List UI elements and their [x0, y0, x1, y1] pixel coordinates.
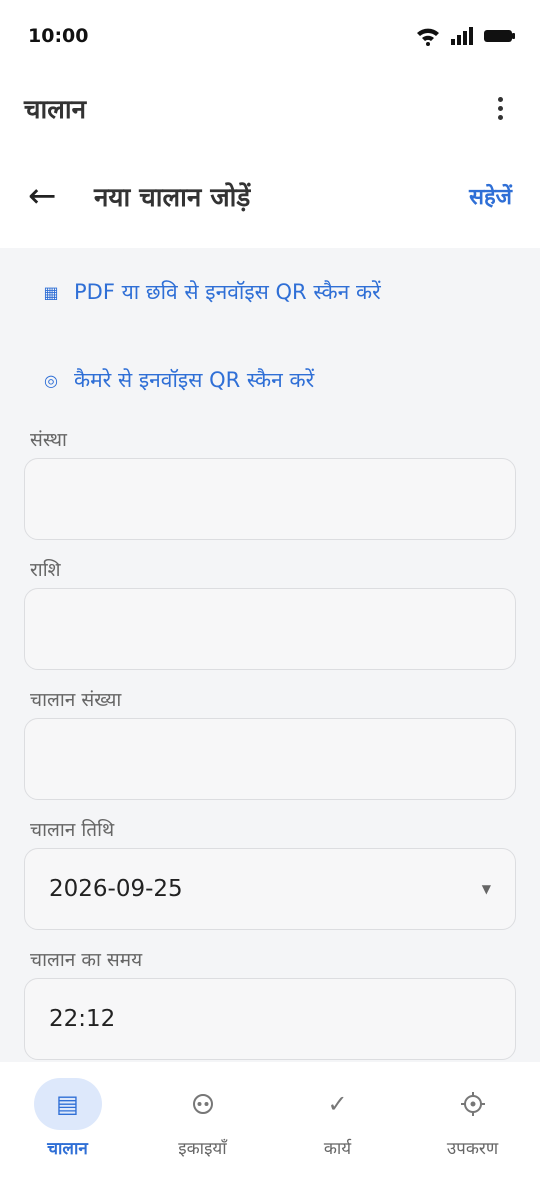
more-options-icon[interactable] — [484, 92, 516, 124]
back-arrow-icon[interactable]: ← — [28, 176, 80, 216]
battery-icon — [484, 30, 515, 42]
wifi-icon — [417, 28, 439, 46]
status-icons — [416, 26, 516, 46]
app-bar: चालान — [0, 72, 540, 144]
scan-from-camera-label: कैमरे से इनवॉइस QR स्कैन करें — [74, 368, 315, 392]
bottom-navigation: ▤ चालान इकाइयाँ ✓ कार्य उपकरण — [0, 1062, 540, 1181]
check-icon: ✓ — [327, 1090, 348, 1118]
qr-grid-icon: ▦ — [43, 282, 59, 302]
scan-from-camera-link[interactable]: ◎ कैमरे से इनवॉइस QR स्कैन करें — [24, 336, 516, 424]
nav-label-tools: उपकरण — [446, 1139, 499, 1159]
invoice-date-picker[interactable]: 2026-09-25 ▼ — [24, 848, 516, 930]
nav-item-units[interactable]: इकाइयाँ — [135, 1078, 270, 1159]
sub-header: ← नया चालान जोड़ें सहेजें — [0, 144, 540, 248]
nav-item-tools[interactable]: उपकरण — [405, 1078, 540, 1159]
invoice-date-value: 2026-09-25 — [49, 876, 183, 902]
nav-item-tasks[interactable]: ✓ कार्य — [270, 1078, 405, 1159]
amount-label: राशि — [30, 559, 61, 581]
gear-icon — [439, 1078, 507, 1130]
organization-input[interactable] — [24, 458, 516, 540]
invoice-time-label: चालान का समय — [30, 949, 143, 971]
dropdown-caret-icon: ▼ — [481, 882, 491, 896]
organization-label: संस्था — [30, 429, 67, 451]
signal-icon — [451, 27, 473, 45]
nav-item-invoices[interactable]: ▤ चालान — [0, 1078, 135, 1159]
invoice-time-value: 22:12 — [49, 1006, 116, 1032]
invoice-icon: ▤ — [33, 1078, 102, 1130]
status-bar: 10:00 — [0, 0, 540, 72]
invoice-time-picker[interactable]: 22:12 — [24, 978, 516, 1060]
nav-label-invoices: चालान — [47, 1139, 88, 1159]
amount-input[interactable] — [24, 588, 516, 670]
invoice-date-label: चालान तिथि — [30, 819, 115, 841]
units-icon — [169, 1078, 237, 1130]
nav-label-tasks: कार्य — [323, 1139, 352, 1159]
form-content: ▦ PDF या छवि से इनवॉइस QR स्कैन करें ◎ क… — [0, 248, 540, 1062]
status-time: 10:00 — [28, 25, 89, 47]
scan-from-file-link[interactable]: ▦ PDF या छवि से इनवॉइस QR स्कैन करें — [24, 248, 516, 336]
invoice-number-label: चालान संख्या — [30, 689, 122, 711]
scan-from-file-label: PDF या छवि से इनवॉइस QR स्कैन करें — [74, 280, 381, 304]
invoice-number-input[interactable] — [24, 718, 516, 800]
app-title: चालान — [24, 95, 87, 125]
save-button[interactable]: सहेजें — [469, 181, 512, 211]
page-title: नया चालान जोड़ें — [94, 183, 251, 213]
camera-icon: ◎ — [44, 370, 58, 390]
nav-label-units: इकाइयाँ — [178, 1139, 227, 1159]
